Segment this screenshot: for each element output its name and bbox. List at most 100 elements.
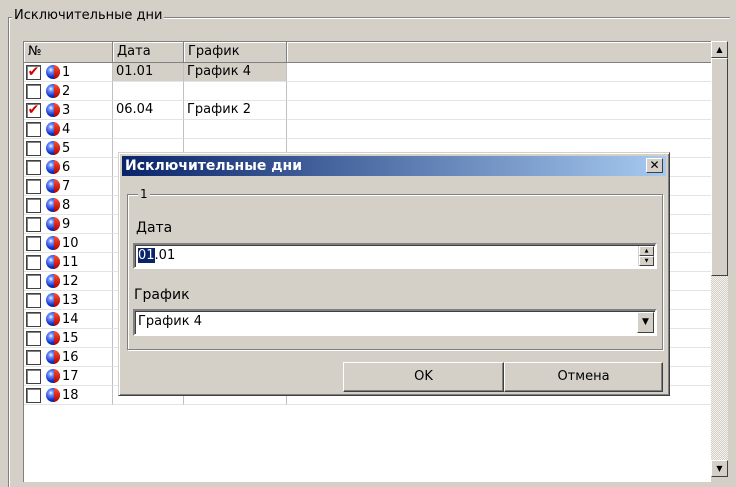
number-cell: 18: [24, 386, 113, 405]
chevron-down-icon[interactable]: ▼: [637, 312, 654, 333]
number-cell: 10: [24, 234, 113, 253]
row-checkbox[interactable]: [26, 293, 41, 308]
date-cell[interactable]: [113, 82, 184, 101]
dialog-title: Исключительные дни: [125, 158, 303, 174]
row-checkbox[interactable]: ✔: [26, 103, 41, 118]
table-row[interactable]: 2: [24, 82, 711, 101]
ball-icon: [46, 388, 60, 402]
number-cell: 6: [24, 158, 113, 177]
row-number: 4: [62, 122, 71, 137]
ball-icon: [46, 141, 60, 155]
row-number: 8: [62, 198, 71, 213]
schedule-cell[interactable]: График 2: [184, 101, 287, 120]
column-header-schedule[interactable]: График: [184, 42, 287, 63]
row-checkbox[interactable]: [26, 217, 41, 232]
row-checkbox[interactable]: [26, 198, 41, 213]
row-checkbox[interactable]: [26, 350, 41, 365]
row-number: 10: [62, 236, 79, 251]
filler-cell: [287, 82, 711, 101]
schedule-select[interactable]: График 4 ▼: [133, 309, 657, 336]
scroll-up-button[interactable]: ▲: [711, 41, 728, 58]
row-number: 7: [62, 179, 71, 194]
row-checkbox[interactable]: [26, 236, 41, 251]
date-spinner[interactable]: ▲ ▼: [638, 246, 654, 266]
scroll-thumb[interactable]: [711, 58, 728, 276]
row-checkbox[interactable]: ✔: [26, 65, 41, 80]
row-checkbox[interactable]: [26, 388, 41, 403]
ball-icon: [46, 369, 60, 383]
date-rest-part: .01: [154, 248, 176, 263]
ball-icon: [46, 179, 60, 193]
ball-icon: [46, 293, 60, 307]
row-checkbox[interactable]: [26, 274, 41, 289]
row-number: 9: [62, 217, 71, 232]
ball-icon: [46, 255, 60, 269]
date-selected-part: 01: [138, 248, 155, 263]
ball-icon: [46, 198, 60, 212]
row-number: 16: [62, 350, 79, 365]
row-number: 11: [62, 255, 79, 270]
spin-down-icon[interactable]: ▼: [639, 256, 654, 266]
table-row[interactable]: 4: [24, 120, 711, 139]
dialog-titlebar[interactable]: Исключительные дни ✕: [122, 156, 666, 176]
schedule-value: График 4: [138, 314, 202, 329]
row-checkbox[interactable]: [26, 122, 41, 137]
row-checkbox[interactable]: [26, 331, 41, 346]
row-number: 1: [62, 65, 71, 80]
number-cell: 9: [24, 215, 113, 234]
ok-button[interactable]: OK: [343, 362, 504, 392]
schedule-cell[interactable]: [184, 120, 287, 139]
ball-icon: [46, 84, 60, 98]
row-number: 3: [62, 103, 71, 118]
column-header-number[interactable]: №: [24, 42, 113, 63]
row-checkbox[interactable]: [26, 141, 41, 156]
schedule-cell[interactable]: [184, 82, 287, 101]
row-checkbox[interactable]: [26, 369, 41, 384]
close-icon: ✕: [649, 158, 660, 172]
exception-day-dialog: Исключительные дни ✕ 1 Дата 01.01 ▲ ▼ Гр…: [118, 152, 670, 396]
date-cell[interactable]: 01.01: [113, 63, 184, 82]
row-number: 6: [62, 160, 71, 175]
dialog-group-title: 1: [138, 187, 150, 201]
table-row[interactable]: ✔ 1 01.01 График 4: [24, 63, 711, 82]
cancel-button[interactable]: Отмена: [504, 362, 663, 392]
row-checkbox[interactable]: [26, 255, 41, 270]
row-number: 14: [62, 312, 79, 327]
ball-icon: [46, 160, 60, 174]
close-button[interactable]: ✕: [646, 158, 663, 173]
filler-cell: [287, 63, 711, 82]
row-checkbox[interactable]: [26, 84, 41, 99]
ball-icon: [46, 103, 60, 117]
number-cell: 15: [24, 329, 113, 348]
row-checkbox[interactable]: [26, 160, 41, 175]
row-number: 13: [62, 293, 79, 308]
group-title: Исключительные дни: [12, 8, 165, 24]
number-cell: 5: [24, 139, 113, 158]
dialog-group: 1 Дата 01.01 ▲ ▼ График График 4 ▼: [127, 187, 663, 350]
row-number: 18: [62, 388, 79, 403]
date-field[interactable]: 01.01 ▲ ▼: [133, 243, 657, 269]
number-cell: 12: [24, 272, 113, 291]
column-header-date[interactable]: Дата: [113, 42, 184, 63]
number-cell: ✔ 1: [24, 63, 113, 82]
row-checkbox[interactable]: [26, 312, 41, 327]
row-checkbox[interactable]: [26, 179, 41, 194]
filler-cell: [287, 101, 711, 120]
schedule-cell[interactable]: График 4: [184, 63, 287, 82]
spin-up-icon[interactable]: ▲: [639, 246, 654, 256]
row-number: 12: [62, 274, 79, 289]
row-number: 5: [62, 141, 71, 156]
date-cell[interactable]: 06.04: [113, 101, 184, 120]
scroll-down-button[interactable]: ▼: [711, 460, 728, 477]
number-cell: 2: [24, 82, 113, 101]
row-number: 15: [62, 331, 79, 346]
checkmark-icon: ✔: [27, 64, 40, 80]
ball-icon: [46, 274, 60, 288]
table-row[interactable]: ✔ 3 06.04 График 2: [24, 101, 711, 120]
date-cell[interactable]: [113, 120, 184, 139]
vertical-scrollbar[interactable]: ▲ ▼: [711, 41, 728, 477]
ball-icon: [46, 236, 60, 250]
row-number: 17: [62, 369, 79, 384]
number-cell: 17: [24, 367, 113, 386]
number-cell: 8: [24, 196, 113, 215]
